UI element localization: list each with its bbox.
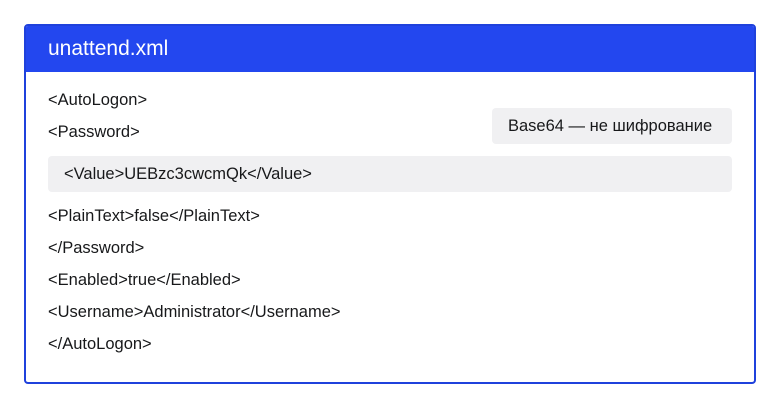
code-line: <Enabled>true</Enabled> (48, 271, 241, 289)
code-line: </Password> (48, 239, 145, 257)
code-line: </AutoLogon> (48, 335, 152, 353)
code-body: <AutoLogon> <Password> <Value>UEBzc3cwcm… (26, 72, 754, 360)
annotation-badge: Base64 — не шифрование (492, 108, 732, 144)
code-line-highlighted: <Value>UEBzc3cwcmQk</Value> (48, 156, 732, 192)
file-card: unattend.xml <AutoLogon> <Password> <Val… (24, 24, 756, 384)
code-line: <Username>Administrator</Username> (48, 303, 341, 321)
file-header: unattend.xml (26, 26, 754, 72)
code-line: <PlainText>false</PlainText> (48, 207, 260, 225)
file-title: unattend.xml (48, 37, 169, 60)
